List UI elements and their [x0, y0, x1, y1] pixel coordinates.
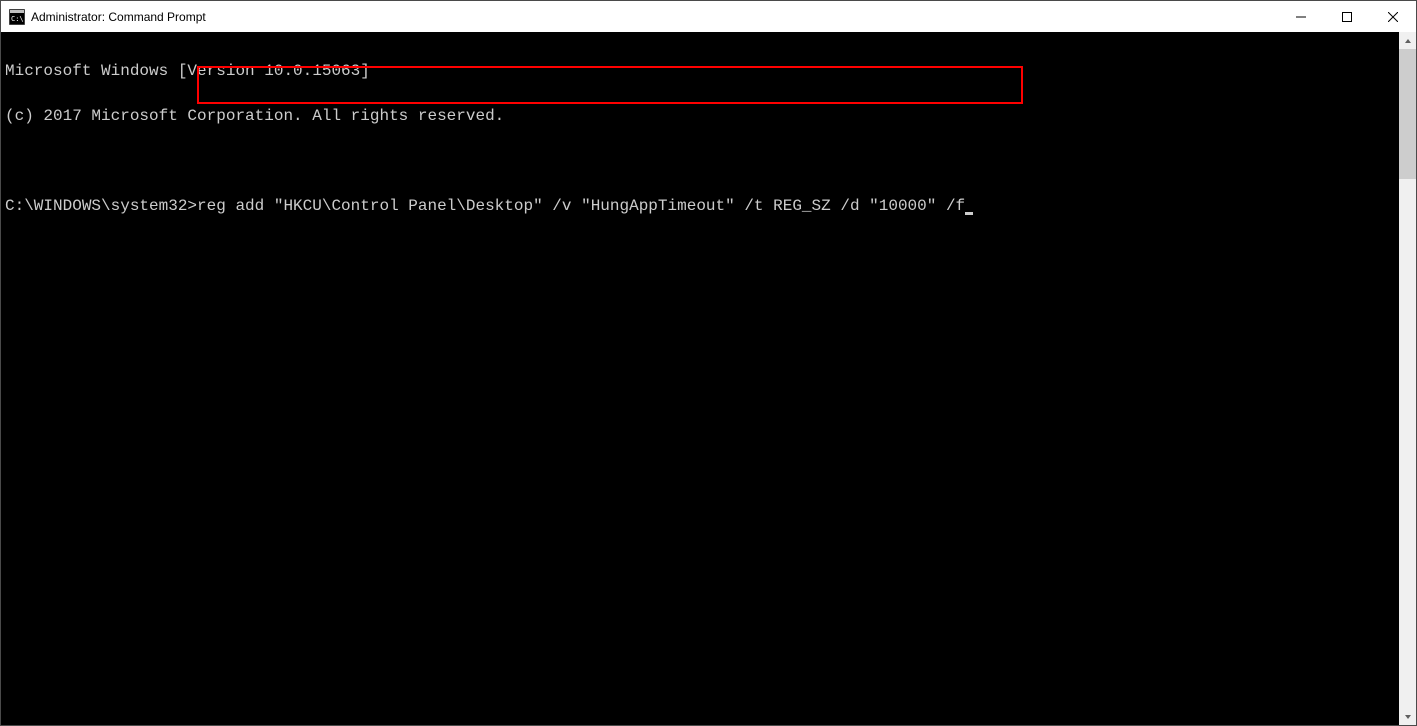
terminal-area-wrap: Microsoft Windows [Version 10.0.15063] (…: [1, 32, 1416, 725]
cursor: [965, 212, 973, 215]
window-title: Administrator: Command Prompt: [31, 10, 1278, 24]
scrollbar-track[interactable]: [1399, 49, 1416, 708]
titlebar[interactable]: C:\ Administrator: Command Prompt: [1, 1, 1416, 32]
terminal-blank-line: [5, 154, 1399, 169]
terminal-prompt: C:\WINDOWS\system32>: [5, 197, 197, 215]
terminal-command-line: C:\WINDOWS\system32>reg add "HKCU\Contro…: [5, 199, 1399, 214]
vertical-scrollbar[interactable]: [1399, 32, 1416, 725]
minimize-button[interactable]: [1278, 1, 1324, 32]
window-controls: [1278, 1, 1416, 32]
terminal-line: (c) 2017 Microsoft Corporation. All righ…: [5, 109, 1399, 124]
terminal-command: reg add "HKCU\Control Panel\Desktop" /v …: [197, 197, 965, 215]
command-prompt-window: C:\ Administrator: Command Prompt Micros…: [0, 0, 1417, 726]
svg-text:C:\: C:\: [11, 15, 24, 23]
cmd-icon: C:\: [9, 9, 25, 25]
maximize-button[interactable]: [1324, 1, 1370, 32]
terminal-area[interactable]: Microsoft Windows [Version 10.0.15063] (…: [1, 32, 1399, 725]
scroll-up-button[interactable]: [1399, 32, 1416, 49]
scroll-down-button[interactable]: [1399, 708, 1416, 725]
close-button[interactable]: [1370, 1, 1416, 32]
scrollbar-thumb[interactable]: [1399, 49, 1416, 179]
terminal-line: Microsoft Windows [Version 10.0.15063]: [5, 64, 1399, 79]
